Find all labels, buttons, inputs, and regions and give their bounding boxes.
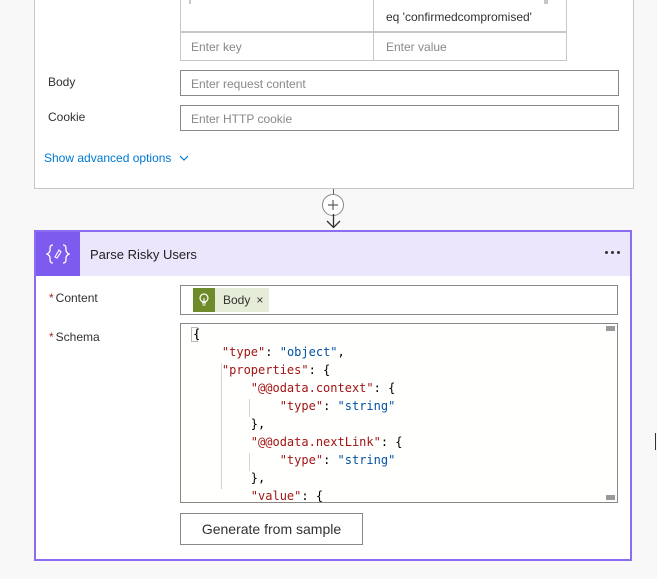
lightbulb-icon bbox=[193, 288, 215, 312]
code-token: "string" bbox=[337, 453, 396, 467]
code-token: }, bbox=[250, 417, 266, 431]
content-label-text: Content bbox=[55, 291, 98, 305]
header-value-input[interactable]: Enter value bbox=[386, 40, 447, 54]
advanced-options-label: Show advanced options bbox=[44, 151, 172, 165]
action-title[interactable]: Parse Risky Users bbox=[90, 247, 197, 262]
insert-step-button[interactable] bbox=[322, 194, 344, 216]
code-token: "type" bbox=[279, 453, 324, 467]
code-token: "string" bbox=[337, 399, 396, 413]
headers-row-divider bbox=[373, 0, 374, 32]
header-value-text[interactable]: eq 'confirmedcompromised' bbox=[386, 10, 532, 24]
code-token: "value" bbox=[250, 489, 302, 503]
parse-card-header[interactable]: Parse Risky Users bbox=[36, 232, 630, 276]
content-label: * Content bbox=[49, 291, 98, 305]
code-line: "type": "object", bbox=[221, 345, 345, 359]
code-line: "type": "string" bbox=[279, 399, 396, 413]
ellipsis-dot bbox=[611, 251, 614, 254]
token-label: Body bbox=[223, 293, 251, 307]
generate-from-sample-button[interactable]: Generate from sample bbox=[180, 513, 363, 545]
code-line: { bbox=[193, 327, 200, 341]
code-line: "@@odata.nextLink": { bbox=[250, 435, 403, 449]
chevron-down-icon bbox=[180, 155, 189, 161]
headers-row-new: Enter key Enter value bbox=[180, 32, 567, 61]
code-token: "@@odata.context" bbox=[250, 381, 374, 395]
code-line: }, bbox=[193, 471, 265, 485]
code-line: }, bbox=[193, 417, 265, 431]
parse-json-action-card: Parse Risky Users * Content Body × * Schem… bbox=[34, 230, 632, 561]
headers-row-text-fragment bbox=[189, 0, 191, 4]
editor-scrollbar-bottom[interactable] bbox=[606, 495, 615, 500]
token-remove-icon[interactable]: × bbox=[256, 293, 269, 307]
body-label: Body bbox=[48, 75, 76, 89]
http-action-card: eq 'confirmedcompromised' Enter key Ente… bbox=[34, 0, 634, 189]
headers-row-text-fragment bbox=[544, 0, 548, 4]
code-line: "value": { bbox=[250, 489, 324, 503]
code-token: { bbox=[193, 327, 201, 341]
cookie-input-placeholder: Enter HTTP cookie bbox=[191, 112, 293, 126]
cookie-label: Cookie bbox=[48, 110, 86, 124]
headers-row-existing: eq 'confirmedcompromised' bbox=[180, 0, 567, 32]
schema-label-text: Schema bbox=[55, 330, 100, 344]
ellipsis-dot bbox=[605, 251, 608, 254]
schema-label: * Schema bbox=[49, 330, 100, 344]
code-line: "@@odata.context": { bbox=[250, 381, 396, 395]
cookie-input[interactable]: Enter HTTP cookie bbox=[180, 105, 619, 131]
editor-scrollbar-top[interactable] bbox=[606, 326, 615, 331]
code-line: "type": "string" bbox=[279, 453, 396, 467]
code-token: "properties" bbox=[221, 363, 309, 377]
code-token: "type" bbox=[221, 345, 266, 359]
show-advanced-options-link[interactable]: Show advanced options bbox=[44, 151, 189, 165]
required-marker: * bbox=[49, 291, 54, 305]
code-token: }, bbox=[250, 471, 266, 485]
code-token: "type" bbox=[279, 399, 324, 413]
body-input[interactable]: Enter request content bbox=[180, 70, 619, 96]
code-line: "properties": { bbox=[221, 363, 331, 377]
required-marker: * bbox=[49, 330, 54, 344]
ellipsis-icon[interactable] bbox=[605, 251, 620, 254]
curly-braces-icon bbox=[36, 232, 80, 276]
header-key-input[interactable]: Enter key bbox=[191, 40, 242, 54]
dynamic-content-token-body[interactable]: Body × bbox=[193, 288, 270, 312]
plus-icon bbox=[328, 200, 338, 210]
code-token: "object" bbox=[279, 345, 338, 359]
headers-row-divider bbox=[373, 33, 374, 60]
ellipsis-dot bbox=[617, 251, 620, 254]
arrow-down-icon bbox=[326, 214, 341, 229]
body-input-placeholder: Enter request content bbox=[191, 77, 306, 91]
content-input[interactable]: Body × bbox=[180, 285, 618, 315]
code-token: "@@odata.nextLink" bbox=[250, 435, 381, 449]
text-cursor bbox=[655, 433, 656, 450]
schema-code-editor[interactable]: { "type": "object", "properties": { "@@o… bbox=[180, 323, 618, 503]
